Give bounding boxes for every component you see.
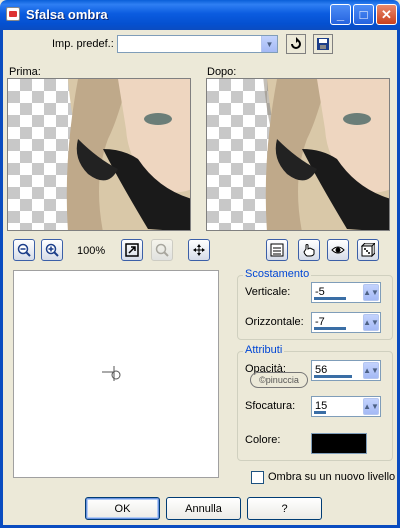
reset-icon — [291, 37, 301, 49]
fit-window-button[interactable] — [121, 239, 143, 261]
save-preset-button[interactable] — [313, 34, 333, 54]
attributes-group-title: Attributi — [243, 344, 285, 356]
preset-label: Imp. predef.: — [52, 38, 114, 50]
cancel-button[interactable]: Annulla — [166, 497, 241, 520]
vertical-label: Verticale: — [245, 286, 291, 298]
opacity-spinner[interactable]: ▲▼ — [363, 362, 379, 379]
horizontal-slider[interactable] — [314, 327, 346, 330]
preset-dropdown[interactable]: ▼ — [117, 35, 278, 53]
randomize-button[interactable] — [357, 239, 379, 261]
opacity-input[interactable]: 56 ▲▼ — [311, 360, 381, 381]
portrait-shadow-image — [263, 79, 389, 230]
move-icon — [193, 244, 205, 256]
horizontal-spinner[interactable]: ▲▼ — [363, 314, 379, 331]
zoom-in-button[interactable] — [41, 239, 63, 261]
offset-group-title: Scostamento — [243, 268, 312, 280]
portrait-image — [66, 79, 190, 230]
after-label: Dopo: — [207, 66, 237, 78]
close-button[interactable]: ✕ — [376, 4, 397, 25]
window-title: Sfalsa ombra — [26, 7, 108, 22]
title-bar: Sfalsa ombra _ □ ✕ — [0, 0, 400, 30]
maximize-button[interactable]: □ — [353, 4, 374, 25]
pan-button[interactable] — [188, 239, 210, 261]
before-label: Prima: — [9, 66, 41, 78]
vertical-input[interactable]: -5 ▲▼ — [311, 282, 381, 303]
zoom-out-button[interactable] — [13, 239, 35, 261]
save-icon — [317, 38, 329, 50]
app-icon — [6, 7, 20, 21]
horizontal-label: Orizzontale: — [245, 316, 304, 328]
watermark: ©pinuccia — [250, 372, 308, 388]
horizontal-input[interactable]: -7 ▲▼ — [311, 312, 381, 333]
ok-button[interactable]: OK — [85, 497, 160, 520]
after-preview[interactable] — [206, 78, 390, 231]
fit-window-icon — [125, 243, 139, 257]
zoom-out-icon — [17, 243, 31, 257]
toggle-preview-button[interactable] — [266, 239, 288, 261]
vertical-spinner[interactable]: ▲▼ — [363, 284, 379, 301]
color-swatch[interactable] — [311, 433, 367, 454]
chevron-down-icon[interactable]: ▼ — [261, 36, 277, 52]
blur-input[interactable]: 15 ▲▼ — [311, 396, 381, 417]
new-layer-label: Ombra su un nuovo livello — [268, 471, 396, 483]
minimize-button[interactable]: _ — [330, 4, 351, 25]
blur-label: Sfocatura: — [245, 400, 296, 412]
hand-pointer-icon — [303, 244, 315, 257]
vertical-slider[interactable] — [314, 297, 346, 300]
zoom-level: 100% — [77, 245, 106, 257]
color-label: Colore: — [245, 434, 281, 446]
blur-slider[interactable] — [314, 411, 326, 414]
offset-target-icon — [102, 366, 121, 381]
help-button[interactable]: ? — [247, 497, 322, 520]
blur-spinner[interactable]: ▲▼ — [363, 398, 379, 415]
zoom-in-icon — [45, 243, 59, 257]
reset-preset-button[interactable] — [286, 34, 306, 54]
dice-icon — [361, 243, 375, 257]
before-preview[interactable] — [7, 78, 191, 231]
offset-pad[interactable] — [13, 270, 219, 478]
proof-button[interactable] — [298, 239, 320, 261]
preview-toggle-icon — [270, 243, 284, 257]
opacity-slider[interactable] — [314, 375, 352, 378]
new-layer-checkbox[interactable] — [251, 471, 264, 484]
magnifier-icon — [155, 243, 169, 257]
zoom-locate-button[interactable] — [151, 239, 173, 261]
auto-proof-button[interactable] — [327, 239, 349, 261]
eye-icon — [331, 246, 345, 254]
